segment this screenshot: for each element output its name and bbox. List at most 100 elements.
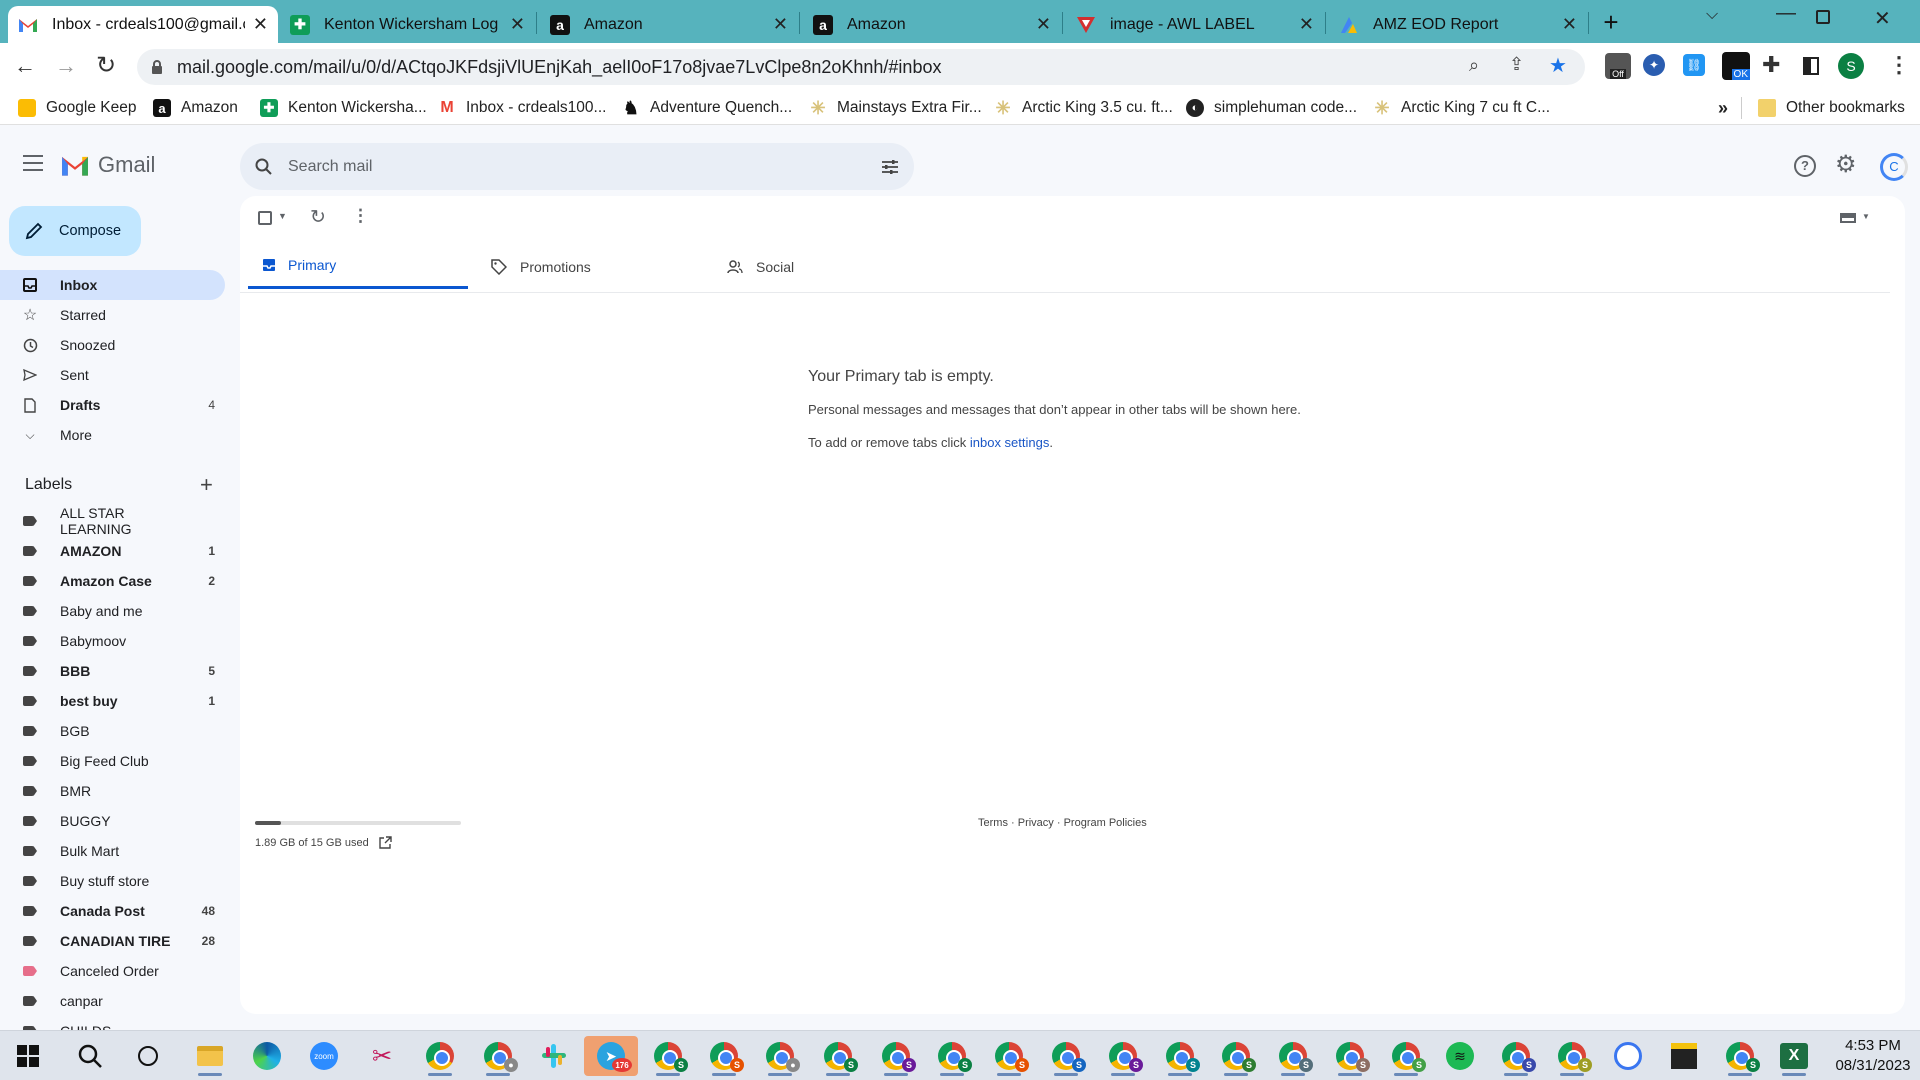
bookmark-google-keep[interactable]: Google Keep bbox=[18, 91, 137, 125]
nav-sent[interactable]: Sent bbox=[0, 360, 225, 390]
chrome-profile-icon[interactable]: S bbox=[702, 1036, 746, 1076]
label-item[interactable]: Canceled Order bbox=[0, 956, 225, 986]
select-all-checkbox[interactable] bbox=[258, 211, 272, 225]
close-tab-icon[interactable]: ✕ bbox=[1562, 14, 1577, 35]
chrome-profile-icon[interactable]: S bbox=[874, 1036, 918, 1076]
zoom-icon[interactable]: ⌕ bbox=[1469, 55, 1479, 76]
label-item[interactable]: BMR bbox=[0, 776, 225, 806]
label-item[interactable]: Amazon Case 2 bbox=[0, 566, 225, 596]
nav-snoozed[interactable]: Snoozed bbox=[0, 330, 225, 360]
bookmark-simplehuman[interactable]: ◐ simplehuman code... bbox=[1186, 91, 1357, 125]
excel-icon[interactable]: X bbox=[1772, 1036, 1816, 1076]
snipping-tool-icon[interactable]: ✂ bbox=[360, 1036, 404, 1076]
help-icon[interactable]: ? bbox=[1794, 155, 1816, 177]
sticky-notes-icon[interactable] bbox=[1662, 1036, 1706, 1076]
chrome-profile-icon[interactable]: S bbox=[1550, 1036, 1594, 1076]
chrome-profile-icon[interactable]: S bbox=[930, 1036, 974, 1076]
chrome-profile-icon[interactable]: S bbox=[646, 1036, 690, 1076]
nav-inbox[interactable]: Inbox bbox=[0, 270, 225, 300]
label-item[interactable]: BUGGY bbox=[0, 806, 225, 836]
chrome-profile-icon[interactable]: S bbox=[1214, 1036, 1258, 1076]
chrome-profile-icon[interactable]: S bbox=[1101, 1036, 1145, 1076]
search-bar[interactable]: Search mail bbox=[240, 143, 914, 190]
extension-ok-icon[interactable]: OK bbox=[1722, 52, 1750, 80]
extension-link-icon[interactable]: ⛓ bbox=[1683, 54, 1705, 76]
compose-button[interactable]: Compose bbox=[9, 206, 141, 256]
other-bookmarks-folder[interactable]: Other bookmarks bbox=[1758, 91, 1905, 125]
zoom-icon[interactable]: zoom bbox=[302, 1036, 346, 1076]
chrome-profile-icon[interactable]: S bbox=[1044, 1036, 1088, 1076]
extensions-puzzle-icon[interactable]: ✚ bbox=[1762, 52, 1780, 78]
chrome-icon[interactable] bbox=[418, 1036, 462, 1076]
label-item[interactable]: Canada Post 48 bbox=[0, 896, 225, 926]
telegram-icon[interactable]: ➤ 176 bbox=[584, 1036, 638, 1076]
chrome-profile-icon[interactable]: ● bbox=[758, 1036, 802, 1076]
select-dropdown-icon[interactable]: ▼ bbox=[278, 211, 287, 221]
inbox-settings-link[interactable]: inbox settings bbox=[970, 435, 1050, 450]
settings-gear-icon[interactable]: ⚙ bbox=[1835, 150, 1857, 179]
browser-tab-eod-report[interactable]: AMZ EOD Report ✕ bbox=[1329, 6, 1587, 43]
chrome-profile-icon[interactable]: S bbox=[1494, 1036, 1538, 1076]
browser-tab-sheets[interactable]: ✚ Kenton Wickersham Log in ✕ bbox=[280, 6, 535, 43]
close-tab-icon[interactable]: ✕ bbox=[1036, 14, 1051, 35]
label-item[interactable]: Big Feed Club bbox=[0, 746, 225, 776]
browser-menu-icon[interactable]: ⋮ bbox=[1888, 52, 1910, 78]
signal-chat-icon[interactable] bbox=[1606, 1036, 1650, 1076]
tab-primary[interactable]: Primary bbox=[248, 244, 468, 289]
add-label-button[interactable]: + bbox=[200, 472, 213, 498]
new-tab-button[interactable]: + bbox=[1596, 8, 1626, 38]
label-item[interactable]: canpar bbox=[0, 986, 225, 1016]
browser-tab-amazon-2[interactable]: a Amazon ✕ bbox=[803, 6, 1061, 43]
nav-drafts[interactable]: Drafts 4 bbox=[0, 390, 225, 420]
extension-off-icon[interactable]: Off bbox=[1605, 53, 1631, 79]
chrome-profile-icon[interactable]: S bbox=[1271, 1036, 1315, 1076]
close-tab-icon[interactable]: ✕ bbox=[1299, 14, 1314, 35]
search-options-icon[interactable] bbox=[866, 159, 914, 175]
browser-tab-amazon-1[interactable]: a Amazon ✕ bbox=[540, 6, 798, 43]
label-item[interactable]: ALL STAR LEARNING bbox=[0, 505, 225, 537]
chrome-profile-icon[interactable]: S bbox=[1158, 1036, 1202, 1076]
close-tab-icon[interactable]: ✕ bbox=[253, 14, 268, 35]
split-pane-dropdown-icon[interactable]: ▼ bbox=[1862, 212, 1870, 221]
label-item[interactable]: CANADIAN TIRE 28 bbox=[0, 926, 225, 956]
side-panel-icon[interactable] bbox=[1803, 57, 1819, 75]
bookmarks-overflow-button[interactable]: » bbox=[1718, 91, 1728, 125]
refresh-icon[interactable]: ↻ bbox=[310, 206, 326, 229]
close-tab-icon[interactable]: ✕ bbox=[510, 14, 525, 35]
windows-start-icon[interactable] bbox=[6, 1036, 50, 1076]
file-explorer-icon[interactable] bbox=[188, 1036, 232, 1076]
extension-shield-icon[interactable]: ✦ bbox=[1643, 54, 1665, 76]
bookmark-amazon[interactable]: a Amazon bbox=[153, 91, 238, 125]
gmail-logo[interactable]: Gmail bbox=[60, 152, 155, 178]
bookmark-arctic-king-7[interactable]: ✳ Arctic King 7 cu ft C... bbox=[1373, 91, 1550, 125]
bookmark-arctic-king-35[interactable]: ✳ Arctic King 3.5 cu. ft... bbox=[994, 91, 1172, 125]
terms-link[interactable]: Terms bbox=[978, 817, 1008, 829]
bookmark-inbox[interactable]: M Inbox - crdeals100... bbox=[438, 91, 606, 125]
label-item[interactable]: BBB 5 bbox=[0, 656, 225, 686]
chrome-profile-icon[interactable]: S bbox=[816, 1036, 860, 1076]
address-bar[interactable]: mail.google.com/mail/u/0/d/ACtqoJKFdsjiV… bbox=[137, 49, 1585, 85]
bookmark-mainstays[interactable]: ✳ Mainstays Extra Fir... bbox=[809, 91, 981, 125]
nav-more[interactable]: ⌵ More bbox=[0, 420, 225, 450]
forward-arrow-icon[interactable]: → bbox=[55, 53, 77, 79]
nav-starred[interactable]: ☆ Starred bbox=[0, 300, 225, 330]
search-taskbar-icon[interactable] bbox=[68, 1036, 112, 1076]
chrome-profile-icon[interactable]: S bbox=[987, 1036, 1031, 1076]
browser-tab-gmail-inbox[interactable]: Inbox - crdeals100@gmail.c ✕ bbox=[8, 6, 278, 43]
label-item[interactable]: Baby and me bbox=[0, 596, 225, 626]
reload-icon[interactable]: ↻ bbox=[96, 51, 116, 80]
chrome-profile-icon[interactable]: S bbox=[1384, 1036, 1428, 1076]
tab-promotions[interactable]: Promotions bbox=[484, 244, 704, 289]
tab-social[interactable]: Social bbox=[720, 244, 940, 289]
search-icon[interactable] bbox=[240, 158, 288, 176]
split-pane-toggle-icon[interactable] bbox=[1840, 213, 1856, 223]
share-icon[interactable]: ⇪ bbox=[1509, 54, 1524, 75]
bookmark-adventure-quench[interactable]: ♞ Adventure Quench... bbox=[622, 91, 792, 125]
spotify-icon[interactable]: ≋ bbox=[1438, 1036, 1482, 1076]
label-item[interactable]: Bulk Mart bbox=[0, 836, 225, 866]
privacy-link[interactable]: Privacy bbox=[1018, 817, 1054, 829]
open-in-new-icon[interactable] bbox=[379, 836, 392, 849]
label-item[interactable]: AMAZON 1 bbox=[0, 536, 225, 566]
back-arrow-icon[interactable]: ← bbox=[14, 53, 36, 79]
restore-window-button[interactable] bbox=[1816, 10, 1830, 24]
